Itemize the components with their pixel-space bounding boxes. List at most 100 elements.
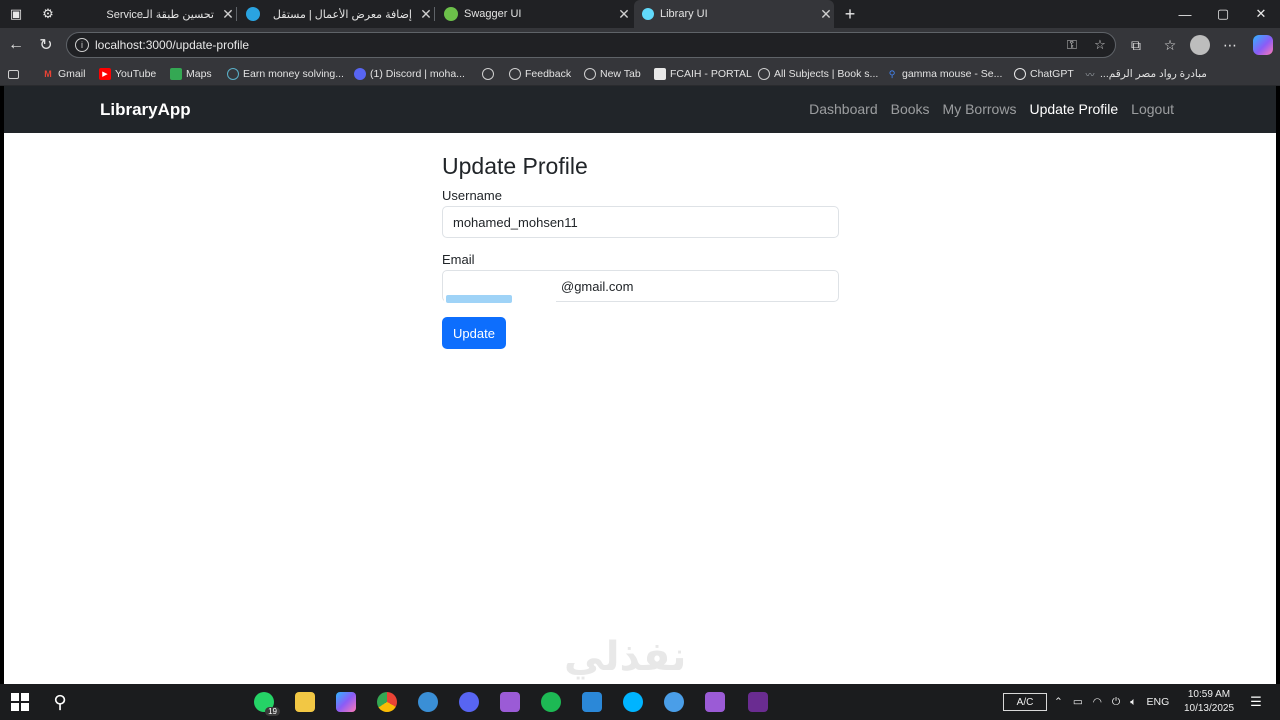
bookmark-youtube[interactable]: ▶ YouTube xyxy=(99,66,156,82)
chevron-up-icon[interactable]: ⌃ xyxy=(1054,696,1063,708)
discord-app-icon[interactable] xyxy=(459,692,479,712)
power-icon[interactable]: ⏻ xyxy=(1112,696,1120,709)
url-text[interactable]: localhost:3000/update-profile xyxy=(95,38,249,52)
site-info-icon[interactable]: i xyxy=(75,38,89,52)
address-bar[interactable]: i localhost:3000/update-profile ⚿ ☆ xyxy=(66,32,1116,58)
app-icon[interactable] xyxy=(748,692,768,712)
language-indicator[interactable]: ENG xyxy=(1147,696,1170,708)
bookmark-label: مبادرة رواد مصر الرقم... xyxy=(1100,68,1207,80)
username-input[interactable] xyxy=(442,206,839,238)
chrome-icon[interactable] xyxy=(377,692,397,712)
bookmark-label: All Subjects | Book s... xyxy=(774,68,879,80)
tab-library-ui[interactable]: Library UI ✕ xyxy=(634,0,834,28)
app-icon[interactable] xyxy=(623,692,643,712)
bookmark-fcaih-portal[interactable]: FCAIH - PORTAL xyxy=(654,66,752,82)
spotify-icon[interactable] xyxy=(541,692,561,712)
visual-studio-icon[interactable] xyxy=(500,692,520,712)
bookmark-earn-money[interactable]: Earn money solving... xyxy=(227,66,344,82)
notification-badge: 19 xyxy=(265,707,280,716)
react-icon xyxy=(642,8,654,20)
bookmark-label: (1) Discord | moha... xyxy=(370,68,465,80)
speaker-icon[interactable]: 🔈︎ xyxy=(1130,696,1136,709)
nav-link-books[interactable]: Books xyxy=(891,101,930,117)
profile-avatar[interactable] xyxy=(1190,35,1210,55)
bookmark-new-tab[interactable]: New Tab xyxy=(584,66,641,82)
search-icon: ⚲ xyxy=(888,68,896,79)
maps-icon xyxy=(170,68,182,80)
favorites-icon[interactable]: ☆ xyxy=(1159,34,1181,56)
bookmark-gmail[interactable]: M Gmail xyxy=(42,66,85,82)
email-group: Email xyxy=(442,252,839,306)
copilot-icon[interactable] xyxy=(1253,35,1273,55)
redaction-overlay xyxy=(444,272,556,306)
tab-actions-icon[interactable]: ▣ xyxy=(2,0,30,28)
nav-links: Dashboard Books My Borrows Update Profil… xyxy=(809,101,1174,117)
key-icon[interactable]: ⚿ xyxy=(1063,36,1081,54)
close-icon[interactable]: ✕ xyxy=(418,6,434,23)
search-icon[interactable]: ⚲ xyxy=(50,692,70,712)
tab-service[interactable]: تحسين طبقة الـService ✕ xyxy=(64,0,236,28)
new-tab-button[interactable]: + xyxy=(838,0,862,28)
tab-mostaql[interactable]: إضافة معرض الأعمال | مستقل ✕ xyxy=(238,0,434,28)
system-clock[interactable]: 10:59 AM 10/13/2025 xyxy=(1181,688,1237,716)
browser-app-icon[interactable] xyxy=(664,692,684,712)
globe-icon xyxy=(584,68,596,80)
close-icon[interactable]: ✕ xyxy=(220,6,236,23)
bookmark-rowad-misr[interactable]: 〰 مبادرة رواد مصر الرقم... xyxy=(1084,66,1207,82)
workspaces-icon[interactable]: ⚙ xyxy=(34,0,62,28)
chatgpt-icon xyxy=(1014,68,1026,80)
tab-title: Swagger UI xyxy=(464,8,522,20)
extensions-icon[interactable]: ⧉ xyxy=(1125,34,1147,56)
username-group: Username xyxy=(442,188,839,238)
tab-divider xyxy=(236,7,237,21)
bookmark-label: ChatGPT xyxy=(1030,68,1074,80)
globe-icon xyxy=(509,68,521,80)
email-label: Email xyxy=(442,252,475,267)
app-icon[interactable] xyxy=(582,692,602,712)
maximize-button[interactable]: ▢ xyxy=(1204,0,1242,28)
discord-icon xyxy=(354,68,366,80)
nav-link-dashboard[interactable]: Dashboard xyxy=(809,101,878,117)
keyboard-layout-indicator[interactable]: A/C xyxy=(1003,693,1047,711)
mostaql-icon xyxy=(246,7,260,21)
copilot-app-icon[interactable] xyxy=(336,692,356,712)
more-menu-icon[interactable]: ⋯ xyxy=(1219,34,1241,56)
bookmark-all-subjects[interactable]: All Subjects | Book s... xyxy=(758,66,878,82)
whatsapp-icon[interactable]: 19 xyxy=(254,692,280,716)
bookmark-gamma-mouse[interactable]: ⚲ gamma mouse - Se... xyxy=(886,66,1003,82)
update-button[interactable]: Update xyxy=(442,317,506,349)
bookmark-feedback[interactable]: Feedback xyxy=(509,66,571,82)
nav-link-my-borrows[interactable]: My Borrows xyxy=(943,101,1017,117)
reload-button[interactable]: ↻ xyxy=(33,32,59,58)
close-window-button[interactable]: ✕ xyxy=(1242,0,1280,28)
tab-swagger[interactable]: Swagger UI ✕ xyxy=(436,0,632,28)
reading-mode-icon[interactable] xyxy=(8,66,23,82)
nav-link-update-profile[interactable]: Update Profile xyxy=(1029,101,1118,117)
bookmark-label: New Tab xyxy=(600,68,641,80)
bookmark-globe[interactable] xyxy=(482,66,498,82)
file-explorer-icon[interactable] xyxy=(295,692,315,712)
clock-date: 10/13/2025 xyxy=(1183,703,1235,714)
edge-icon[interactable] xyxy=(418,692,438,712)
close-icon[interactable]: ✕ xyxy=(616,6,632,23)
brand-logo[interactable]: LibraryApp xyxy=(100,100,191,120)
minimize-button[interactable]: — xyxy=(1166,0,1204,28)
notification-center-icon[interactable]: ☰ xyxy=(1246,692,1266,712)
wifi-icon[interactable]: ◠ xyxy=(1093,696,1102,708)
visual-studio-icon[interactable] xyxy=(705,692,725,712)
back-button[interactable]: ← xyxy=(3,32,29,58)
close-icon[interactable]: ✕ xyxy=(818,6,834,23)
clock-time: 10:59 AM xyxy=(1187,689,1231,700)
bookmark-label: Feedback xyxy=(525,68,572,80)
bookmark-discord[interactable]: (1) Discord | moha... xyxy=(354,66,465,82)
watermark: نفذلي xyxy=(564,635,687,679)
username-label: Username xyxy=(442,188,502,203)
battery-icon[interactable]: ▭ xyxy=(1073,696,1083,708)
globe-icon xyxy=(758,68,770,80)
nav-link-logout[interactable]: Logout xyxy=(1131,101,1174,117)
star-icon[interactable]: ☆ xyxy=(1091,36,1109,54)
bookmark-chatgpt[interactable]: ChatGPT xyxy=(1014,66,1074,82)
windows-start-icon[interactable] xyxy=(10,692,30,712)
tray-icons[interactable]: ⌃ ▭ ◠ ⏻ 🔈︎ ENG xyxy=(1054,684,1169,720)
bookmark-maps[interactable]: Maps xyxy=(170,66,212,82)
